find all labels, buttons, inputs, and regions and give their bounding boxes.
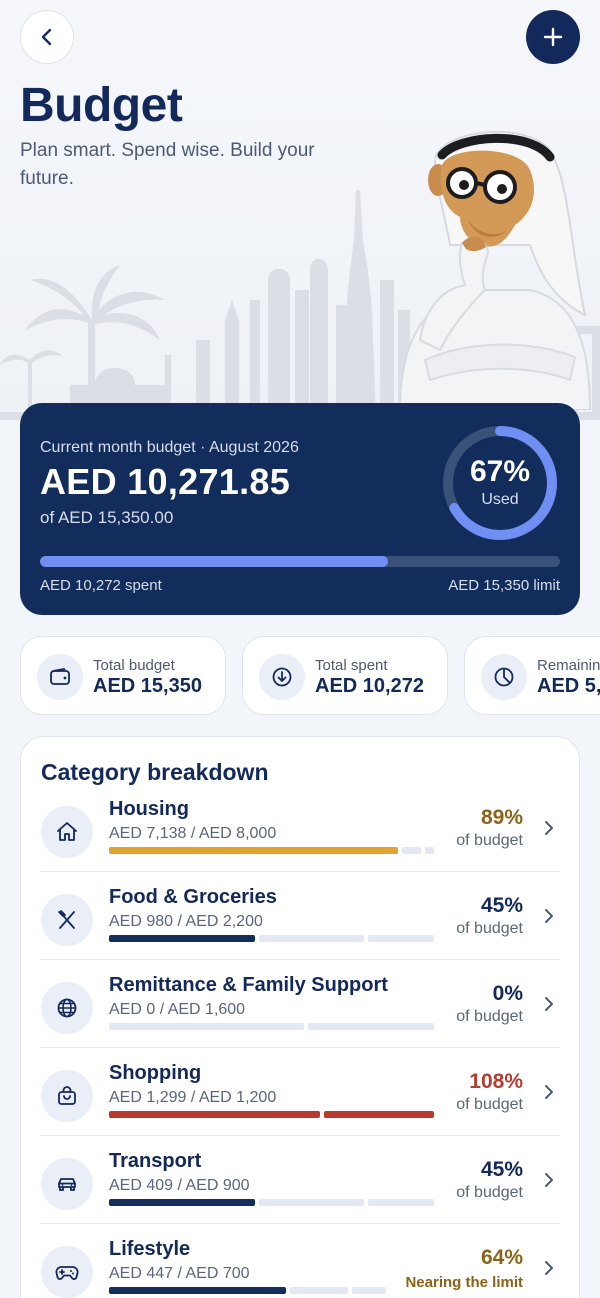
- category-progress-fill: [109, 935, 255, 942]
- category-percent: 64%: [480, 1246, 523, 1269]
- category-progress-bar: [109, 1287, 386, 1294]
- stat-value: AED 15,350: [93, 675, 202, 697]
- stat-label: Total budget: [93, 657, 175, 674]
- stat-value: AED 10,272: [315, 675, 424, 697]
- add-button[interactable]: [526, 10, 580, 64]
- budget-progress-bar: [40, 556, 560, 567]
- stat-value: AED 5,078: [537, 675, 600, 697]
- category-name: Transport: [109, 1150, 202, 1172]
- wallet-icon: [37, 654, 83, 700]
- home-icon: [41, 806, 93, 858]
- category-row-lifestyle[interactable]: Lifestyle AED 447 / AED 700 64% Nearing …: [41, 1224, 559, 1298]
- category-progress-fill: [109, 1111, 320, 1118]
- utensils-icon: [41, 894, 93, 946]
- chevron-right-icon: [539, 1082, 559, 1102]
- category-sub-label: Nearing the limit: [405, 1274, 523, 1291]
- category-name: Lifestyle: [109, 1238, 191, 1260]
- budget-used-percent: 67%: [469, 455, 531, 488]
- category-breakdown-card: Category breakdown Housing AED 7,138 / A…: [20, 736, 580, 1298]
- category-progress-track: [368, 1199, 434, 1206]
- category-amount: AED 1,299 / AED 1,200: [109, 1089, 277, 1106]
- category-sub-label: of budget: [456, 1184, 523, 1201]
- chevron-right-icon: [539, 818, 559, 838]
- category-progress-overflow: [324, 1111, 434, 1118]
- category-sub-label: of budget: [456, 832, 523, 849]
- budget-spent-text: AED 10,272 spent: [40, 577, 162, 594]
- category-breakdown-title: Category breakdown: [41, 759, 269, 785]
- category-progress-track: [402, 847, 421, 854]
- category-name: Remittance & Family Support: [109, 974, 388, 996]
- category-sub-label: of budget: [456, 1096, 523, 1113]
- category-progress-track: [352, 1287, 386, 1294]
- back-button[interactable]: [20, 10, 74, 64]
- globe-icon: [41, 982, 93, 1034]
- category-progress-track: [308, 1023, 434, 1030]
- hero-section: Budget Plan smart. Spend wise. Build you…: [0, 0, 600, 420]
- stat-total-spent[interactable]: Total spent AED 10,272: [242, 636, 448, 715]
- category-progress-track: [290, 1287, 348, 1294]
- stat-label: Total spent: [315, 657, 388, 674]
- chevron-right-icon: [539, 906, 559, 926]
- gamepad-icon: [41, 1246, 93, 1298]
- summary-stats-row[interactable]: Total budget AED 15,350 Total spent AED …: [20, 636, 600, 716]
- budget-used-label: Used: [481, 491, 519, 508]
- category-percent: 108%: [469, 1070, 523, 1093]
- category-percent: 89%: [480, 806, 523, 829]
- category-progress-fill: [109, 1287, 286, 1294]
- chevron-right-icon: [539, 994, 559, 1014]
- arrow-down-circle-icon: [259, 654, 305, 700]
- category-name: Housing: [109, 798, 189, 820]
- category-progress-bar: [109, 847, 434, 854]
- category-progress-bar: [109, 1199, 434, 1206]
- category-progress-track: [368, 935, 434, 942]
- category-progress-track: [259, 935, 364, 942]
- category-progress-track: [425, 847, 434, 854]
- category-row-shopping[interactable]: Shopping AED 1,299 / AED 1,200 108% of b…: [41, 1048, 559, 1136]
- category-progress-track: [109, 1023, 304, 1030]
- budget-progress-fill: [40, 556, 389, 567]
- category-name: Food & Groceries: [109, 886, 277, 908]
- category-row-food-groceries[interactable]: Food & Groceries AED 980 / AED 2,200 45%…: [41, 872, 559, 960]
- category-amount: AED 7,138 / AED 8,000: [109, 825, 277, 842]
- category-percent: 0%: [492, 982, 523, 1005]
- current-budget-card[interactable]: Current month budget · August 2026 AED 1…: [20, 403, 580, 615]
- category-sub-label: of budget: [456, 1008, 523, 1025]
- camel-mascot-illustration: [398, 130, 592, 410]
- category-progress-fill: [109, 847, 398, 854]
- budget-limit-text: AED 15,350 limit: [448, 577, 560, 594]
- chevron-left-icon: [41, 28, 52, 46]
- budget-total-amount: of AED 15,350.00: [40, 508, 174, 527]
- category-sub-label: of budget: [456, 920, 523, 937]
- car-icon: [41, 1158, 93, 1210]
- page-subtitle: Plan smart. Spend wise. Build your futur…: [20, 140, 315, 189]
- category-progress-bar: [109, 1111, 434, 1118]
- budget-spent-amount: AED 10,271.85: [40, 461, 291, 502]
- category-name: Shopping: [109, 1062, 202, 1084]
- budget-period-label: Current month budget · August 2026: [40, 439, 299, 456]
- category-progress-bar: [109, 935, 434, 942]
- category-amount: AED 409 / AED 900: [109, 1177, 250, 1194]
- stat-label: Remaining: [537, 657, 600, 674]
- page-title: Budget: [20, 79, 183, 132]
- category-progress-fill: [109, 1199, 255, 1206]
- chevron-right-icon: [539, 1258, 559, 1278]
- category-amount: AED 980 / AED 2,200: [109, 913, 263, 930]
- category-amount: AED 447 / AED 700: [109, 1265, 250, 1282]
- category-row-housing[interactable]: Housing AED 7,138 / AED 8,000 89% of bud…: [41, 784, 559, 872]
- category-progress-track: [259, 1199, 364, 1206]
- shopping-bag-icon: [41, 1070, 93, 1122]
- plus-icon: [543, 27, 563, 47]
- stat-remaining[interactable]: Remaining AED 5,078: [464, 636, 600, 715]
- stat-total-budget[interactable]: Total budget AED 15,350: [20, 636, 226, 715]
- category-percent: 45%: [480, 894, 523, 917]
- category-percent: 45%: [480, 1158, 523, 1181]
- category-row-transport[interactable]: Transport AED 409 / AED 900 45% of budge…: [41, 1136, 559, 1224]
- chevron-right-icon: [539, 1170, 559, 1190]
- pie-chart-icon: [481, 654, 527, 700]
- category-row-remittance[interactable]: Remittance & Family Support AED 0 / AED …: [41, 960, 559, 1048]
- category-amount: AED 0 / AED 1,600: [109, 1001, 246, 1018]
- category-progress-bar: [109, 1023, 434, 1030]
